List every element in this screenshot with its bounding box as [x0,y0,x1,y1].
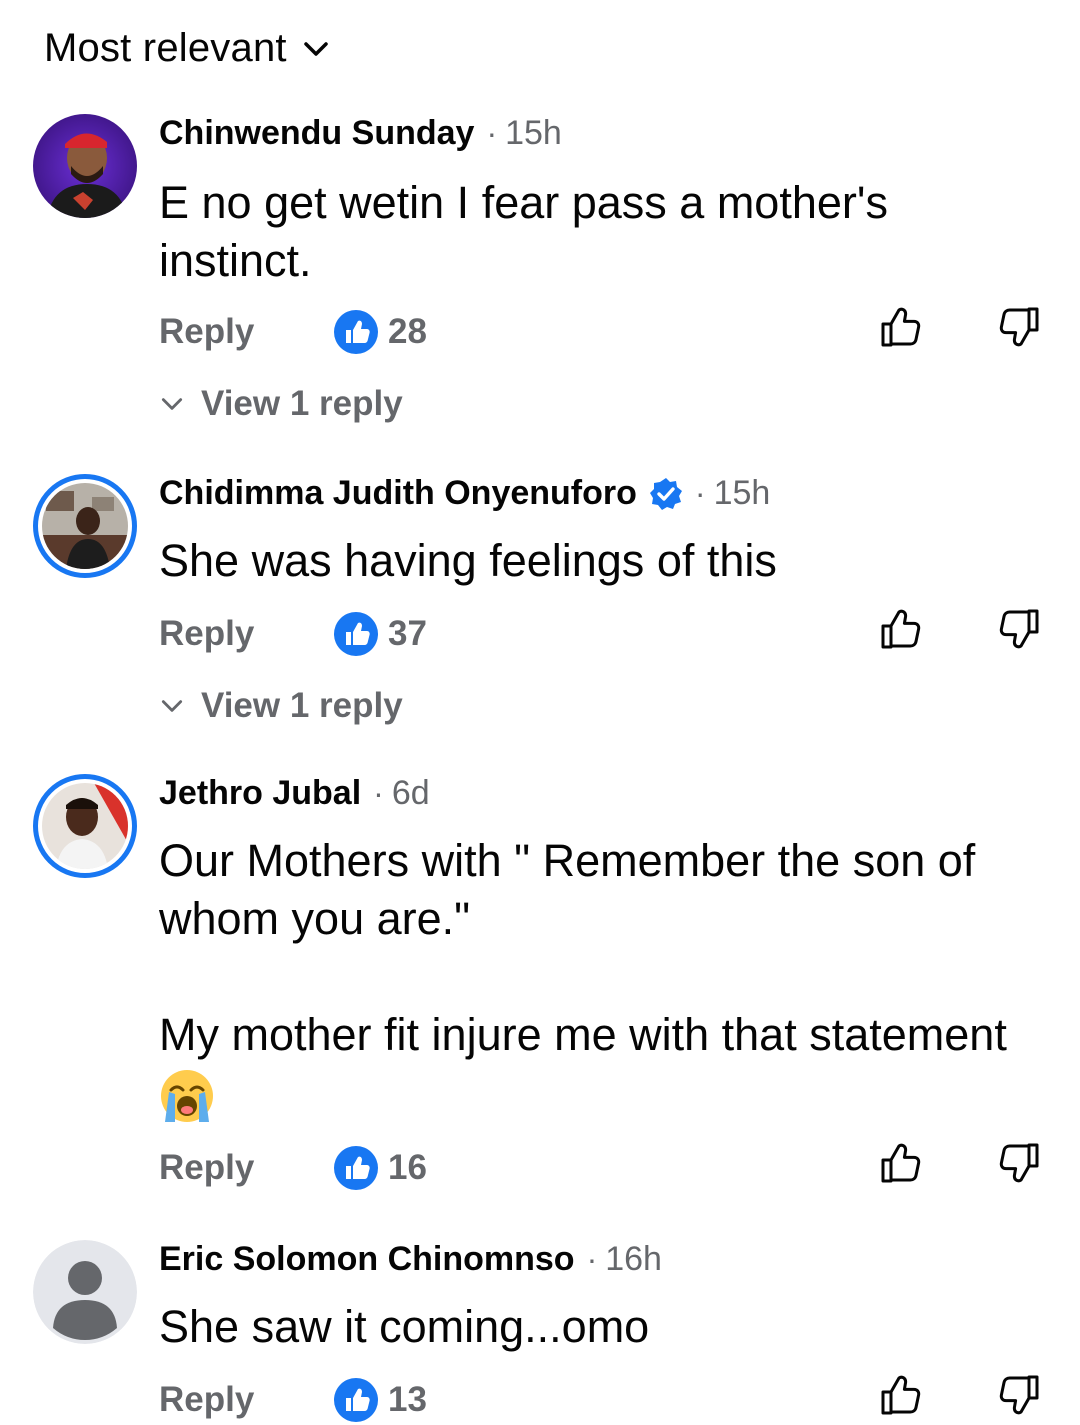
thumbs-up-icon[interactable] [878,1140,924,1186]
comment-text: E no get wetin I fear pass a mother's in… [159,177,888,286]
comment-time[interactable]: 15h [714,474,771,513]
comment-actions: Reply 28 [0,307,1080,362]
reaction-summary[interactable]: 16 [334,1146,427,1190]
comment-time[interactable]: 6d [392,774,430,813]
sort-label: Most relevant [44,26,287,70]
comment-text: She was having feelings of this [159,535,777,586]
like-reaction-icon [334,310,378,354]
verified-badge-icon [649,477,682,510]
like-reaction-icon [334,1146,378,1190]
separator-dot: · [486,115,498,151]
chevron-down-icon [161,700,183,712]
comment-time[interactable]: 15h [505,114,562,153]
sort-dropdown[interactable]: Most relevant [44,26,331,71]
comment-text: Our Mothers with " Remember the son of w… [159,835,1007,1060]
view-replies-button[interactable]: View 1 reply [159,686,403,726]
reaction-summary[interactable]: 13 [334,1378,427,1422]
thumbs-up-icon[interactable] [878,606,924,652]
comment-text: She saw it coming...omo [159,1301,650,1352]
reply-button[interactable]: Reply [159,614,254,654]
view-replies-label: View 1 reply [201,686,403,725]
thumbs-down-icon[interactable] [996,606,1042,652]
thumbs-down-icon[interactable] [996,304,1042,350]
avatar[interactable] [33,114,137,218]
thumbs-up-icon[interactable] [878,304,924,350]
loudly-crying-face-emoji [161,1070,213,1122]
avatar[interactable] [33,1240,137,1344]
thumbs-up-icon[interactable] [878,1372,924,1418]
comment-actions: Reply 13 [0,1375,1080,1425]
view-replies-button[interactable]: View 1 reply [159,384,403,424]
like-count: 37 [388,614,427,653]
comment-time[interactable]: 16h [605,1240,662,1279]
reaction-summary[interactable]: 37 [334,612,427,656]
comment-author[interactable]: Chidimma Judith Onyenuforo [159,474,637,513]
separator-dot: · [373,775,384,811]
like-count: 13 [388,1380,427,1419]
comment-author[interactable]: Eric Solomon Chinomnso [159,1240,575,1279]
comment-actions: Reply 37 [0,609,1080,664]
like-reaction-icon [334,612,378,656]
reaction-summary[interactable]: 28 [334,310,427,354]
like-count: 16 [388,1148,427,1187]
separator-dot: · [694,475,706,511]
reply-button[interactable]: Reply [159,312,254,352]
view-replies-label: View 1 reply [201,384,403,423]
comments-page: Most relevant Chinwendu Sunday · 15h E n… [0,0,1080,1425]
like-count: 28 [388,312,427,351]
reply-button[interactable]: Reply [159,1148,254,1188]
thumbs-down-icon[interactable] [996,1140,1042,1186]
avatar[interactable] [33,474,137,578]
avatar[interactable] [33,774,137,878]
reply-button[interactable]: Reply [159,1380,254,1420]
like-reaction-icon [334,1378,378,1422]
chevron-down-icon [161,398,183,410]
comment-author[interactable]: Jethro Jubal [159,774,361,813]
separator-dot: · [586,1241,598,1277]
comment-author[interactable]: Chinwendu Sunday [159,114,474,153]
chevron-down-icon [303,41,328,56]
thumbs-down-icon[interactable] [996,1372,1042,1418]
comment-actions: Reply 16 [0,1143,1080,1198]
